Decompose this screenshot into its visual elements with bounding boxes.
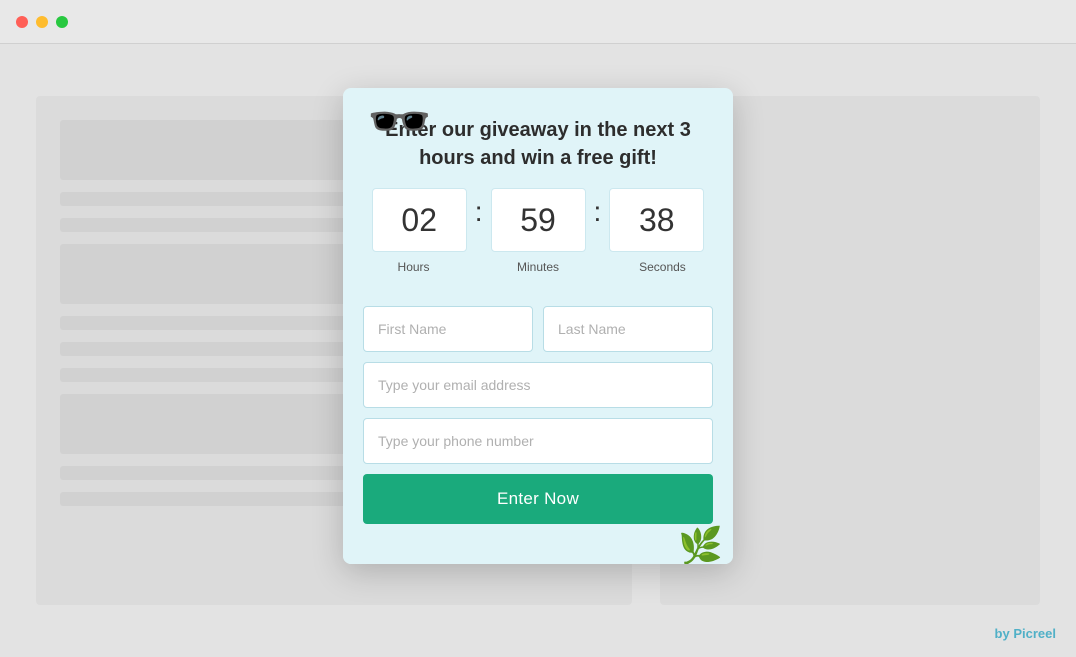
hours-label: Hours bbox=[367, 260, 460, 274]
name-row bbox=[363, 306, 713, 352]
phone-input[interactable] bbox=[363, 418, 713, 464]
email-input[interactable] bbox=[363, 362, 713, 408]
label-spacer bbox=[460, 260, 491, 274]
last-name-input[interactable] bbox=[543, 306, 713, 352]
giveaway-popup: 🕶️ Enter our giveaway in the next 3 hour… bbox=[343, 88, 733, 564]
maximize-button-icon[interactable] bbox=[56, 16, 68, 28]
minutes-value: 59 bbox=[520, 202, 556, 239]
popup-footer-decoration: 🌿 bbox=[343, 544, 733, 564]
hours-block: 02 bbox=[372, 188, 467, 252]
first-name-input[interactable] bbox=[363, 306, 533, 352]
popup-header: 🕶️ Enter our giveaway in the next 3 hour… bbox=[343, 88, 733, 306]
time-separator-2: : bbox=[586, 196, 610, 228]
time-separator-1: : bbox=[467, 196, 491, 228]
close-button-icon[interactable] bbox=[16, 16, 28, 28]
seconds-value: 38 bbox=[639, 202, 675, 239]
countdown-timer: 02 : 59 : 38 bbox=[367, 188, 709, 252]
sunglasses-emoji-icon: 🕶️ bbox=[367, 96, 432, 148]
seconds-label: Seconds bbox=[616, 260, 709, 274]
minutes-label: Minutes bbox=[491, 260, 584, 274]
minimize-button-icon[interactable] bbox=[36, 16, 48, 28]
minutes-block: 59 bbox=[491, 188, 586, 252]
seconds-block: 38 bbox=[609, 188, 704, 252]
browser-chrome bbox=[0, 0, 1076, 44]
page-content: 🕶️ Enter our giveaway in the next 3 hour… bbox=[0, 44, 1076, 657]
label-spacer-2 bbox=[585, 260, 616, 274]
time-labels: Hours Minutes Seconds bbox=[367, 260, 709, 274]
popup-form: Enter Now bbox=[343, 306, 733, 544]
hours-value: 02 bbox=[401, 202, 437, 239]
plant-decoration-icon: 🌿 bbox=[678, 528, 723, 564]
traffic-lights bbox=[16, 16, 68, 28]
enter-now-button[interactable]: Enter Now bbox=[363, 474, 713, 524]
